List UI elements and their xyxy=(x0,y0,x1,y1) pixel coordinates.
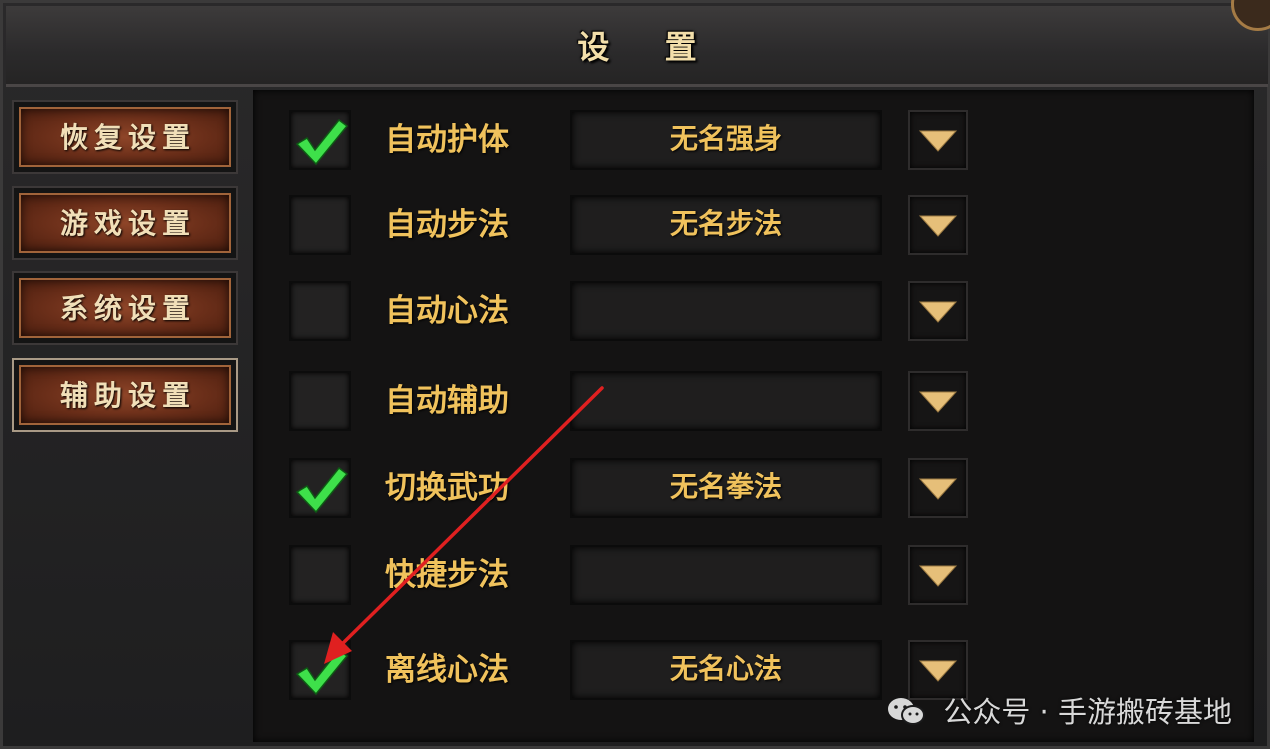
setting-label: 自动辅助 xyxy=(385,383,509,419)
checkmark-icon xyxy=(295,648,349,696)
sidebar-item-label: 恢复设置 xyxy=(19,107,231,167)
title-bar: 设 置 xyxy=(6,6,1268,87)
watermark-text: 公众号 · 手游搬砖基地 xyxy=(943,695,1232,729)
sidebar-item-game-settings[interactable]: 游戏设置 xyxy=(12,186,238,260)
switch-martial-art-dropdown-button[interactable] xyxy=(908,458,968,518)
auto-guard-select[interactable]: 无名强身 xyxy=(570,110,882,170)
setting-row-auto-guard: 自动护体 无名强身 xyxy=(253,110,1254,170)
checkmark-icon xyxy=(295,118,349,166)
checkmark-icon xyxy=(295,466,349,514)
auto-footwork-dropdown-button[interactable] xyxy=(908,195,968,255)
quick-footwork-checkbox[interactable] xyxy=(289,545,351,605)
setting-label: 自动护体 xyxy=(385,122,509,158)
setting-label: 离线心法 xyxy=(385,652,509,688)
quick-footwork-dropdown-button[interactable] xyxy=(908,545,968,605)
auto-guard-dropdown-button[interactable] xyxy=(908,110,968,170)
watermark: 公众号 · 手游搬砖基地 xyxy=(886,692,1232,732)
auto-mind-art-select[interactable] xyxy=(570,281,882,341)
sidebar-item-label: 辅助设置 xyxy=(19,365,231,425)
triangle-down-icon xyxy=(918,660,958,682)
switch-martial-art-select[interactable]: 无名拳法 xyxy=(570,458,882,518)
auto-guard-checkbox[interactable] xyxy=(289,110,351,170)
auto-footwork-select[interactable]: 无名步法 xyxy=(570,195,882,255)
triangle-down-icon xyxy=(918,565,958,587)
sidebar-item-label: 系统设置 xyxy=(19,278,231,338)
offline-mind-art-select[interactable]: 无名心法 xyxy=(570,640,882,700)
offline-mind-art-checkbox[interactable] xyxy=(289,640,351,700)
quick-footwork-select[interactable] xyxy=(570,545,882,605)
setting-label: 自动步法 xyxy=(385,207,509,243)
triangle-down-icon xyxy=(918,391,958,413)
window-title: 设 置 xyxy=(577,28,719,66)
auto-footwork-checkbox[interactable] xyxy=(289,195,351,255)
setting-row-auto-footwork: 自动步法 无名步法 xyxy=(253,195,1254,255)
auto-assist-select[interactable] xyxy=(570,371,882,431)
switch-martial-art-checkbox[interactable] xyxy=(289,458,351,518)
setting-row-quick-footwork: 快捷步法 xyxy=(253,545,1254,605)
setting-label: 自动心法 xyxy=(385,293,509,329)
auto-mind-art-checkbox[interactable] xyxy=(289,281,351,341)
settings-panel: 自动护体 无名强身 自动步法 无名步法 自动心法 自动辅助 切换武功 无名拳法 … xyxy=(253,90,1254,742)
setting-row-auto-mind-art: 自动心法 xyxy=(253,281,1254,341)
setting-label: 切换武功 xyxy=(385,470,509,506)
setting-row-auto-assist: 自动辅助 xyxy=(253,371,1254,431)
auto-assist-dropdown-button[interactable] xyxy=(908,371,968,431)
triangle-down-icon xyxy=(918,215,958,237)
setting-row-offline-mind-art: 离线心法 无名心法 xyxy=(253,640,1254,700)
setting-label: 快捷步法 xyxy=(385,557,509,593)
auto-mind-art-dropdown-button[interactable] xyxy=(908,281,968,341)
offline-mind-art-dropdown-button[interactable] xyxy=(908,640,968,700)
sidebar-item-restore-settings[interactable]: 恢复设置 xyxy=(12,100,238,174)
triangle-down-icon xyxy=(918,130,958,152)
sidebar-item-label: 游戏设置 xyxy=(19,193,231,253)
wechat-icon xyxy=(888,698,926,725)
triangle-down-icon xyxy=(918,301,958,323)
setting-row-switch-martial-art: 切换武功 无名拳法 xyxy=(253,458,1254,518)
sidebar-item-system-settings[interactable]: 系统设置 xyxy=(12,271,238,345)
sidebar-item-assist-settings[interactable]: 辅助设置 xyxy=(12,358,238,432)
auto-assist-checkbox[interactable] xyxy=(289,371,351,431)
triangle-down-icon xyxy=(918,478,958,500)
